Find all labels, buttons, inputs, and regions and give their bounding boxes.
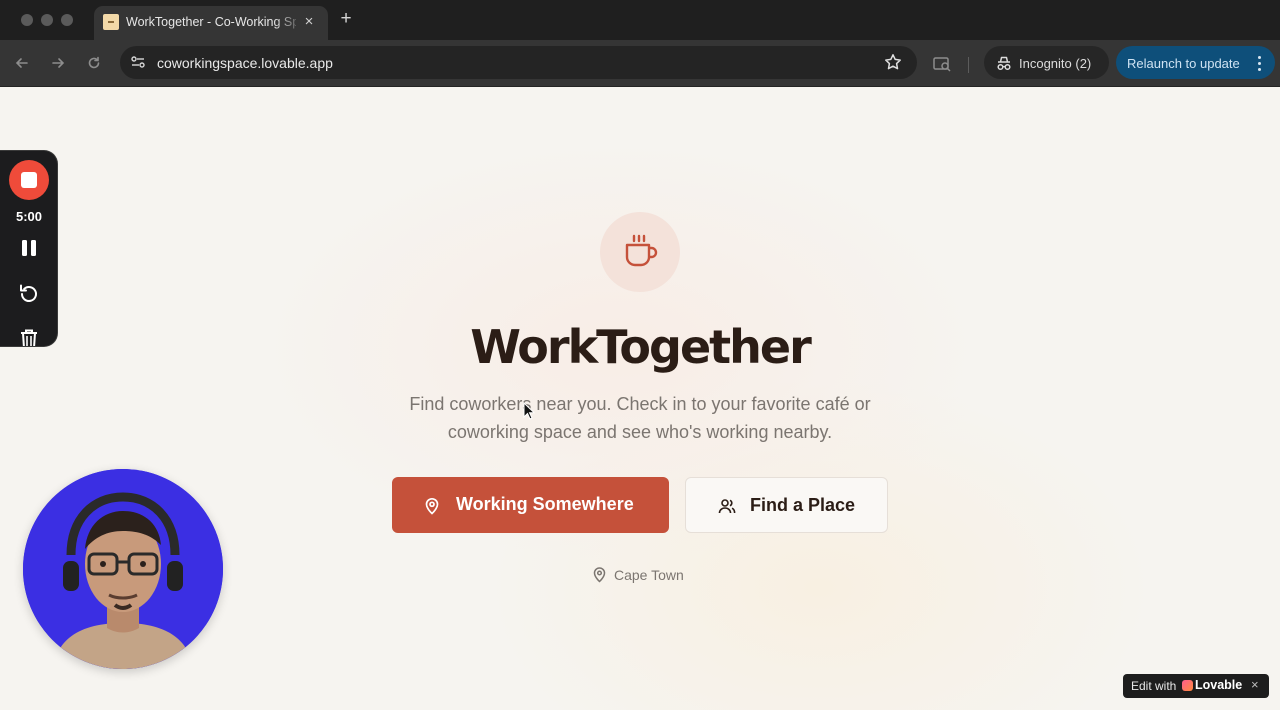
star-icon[interactable]: [883, 52, 903, 72]
window-zoom-dot[interactable]: [61, 14, 73, 26]
stop-icon: [21, 172, 37, 188]
browser-tab[interactable]: WorkTogether - Co-Working Space ×: [94, 6, 328, 40]
window-minimize-dot[interactable]: [41, 14, 53, 26]
toolbar-divider: [968, 57, 969, 73]
logo-badge: [600, 212, 680, 292]
browser-tab-strip: WorkTogether - Co-Working Space × +: [0, 0, 1280, 40]
new-tab-button[interactable]: +: [336, 9, 356, 29]
location-label: Cape Town: [614, 567, 684, 583]
edit-with-label: Edit with: [1131, 679, 1177, 693]
working-somewhere-label: Working Somewhere: [456, 494, 634, 514]
users-icon: [718, 499, 736, 514]
incognito-label: Incognito (2): [1019, 56, 1092, 71]
address-bar[interactable]: coworkingspace.lovable.app: [120, 46, 917, 79]
map-pin-icon: [593, 567, 606, 583]
back-button[interactable]: [10, 52, 34, 74]
page-title: WorkTogether: [470, 320, 812, 374]
relaunch-to-update-button[interactable]: Relaunch to update: [1116, 46, 1275, 79]
tab-title: WorkTogether - Co-Working Space: [126, 15, 296, 29]
lens-icon[interactable]: [932, 54, 952, 74]
forward-button[interactable]: [46, 52, 70, 74]
incognito-indicator[interactable]: Incognito (2): [984, 46, 1109, 79]
presenter-avatar: [23, 469, 223, 669]
pause-icon[interactable]: [19, 238, 39, 258]
reload-button[interactable]: [82, 52, 106, 74]
find-a-place-button[interactable]: Find a Place: [685, 477, 888, 533]
page-subtitle: Find coworkers near you. Check in to you…: [409, 394, 871, 442]
favicon-icon: [103, 14, 119, 30]
badge-close-icon[interactable]: ×: [1251, 677, 1259, 692]
url-text: coworkingspace.lovable.app: [157, 55, 333, 71]
window-close-dot[interactable]: [21, 14, 33, 26]
working-somewhere-button[interactable]: Working Somewhere: [392, 477, 669, 533]
relaunch-label: Relaunch to update: [1127, 56, 1240, 71]
restart-icon[interactable]: [17, 282, 41, 306]
incognito-icon: [997, 56, 1011, 71]
find-a-place-label: Find a Place: [750, 495, 856, 515]
lovable-logo-icon: [1182, 680, 1193, 691]
coffee-cup-icon: [625, 234, 658, 267]
trash-icon[interactable]: [19, 328, 39, 347]
browser-toolbar: coworkingspace.lovable.app Incognito (2)…: [0, 40, 1280, 87]
map-pin-icon: [425, 498, 439, 515]
mouse-cursor-icon: [523, 402, 535, 420]
site-info-icon[interactable]: [129, 53, 147, 71]
stop-recording-button[interactable]: [9, 160, 49, 200]
edit-with-lovable-badge[interactable]: Edit with Lovable ×: [1123, 674, 1269, 698]
recording-timer: 5:00: [15, 209, 43, 224]
more-menu-icon[interactable]: [1254, 54, 1264, 72]
webcam-bubble[interactable]: [23, 469, 223, 669]
lovable-brand: Lovable: [1195, 678, 1243, 692]
recorder-panel: 5:00: [0, 150, 58, 347]
tab-close-icon[interactable]: ×: [300, 13, 318, 31]
